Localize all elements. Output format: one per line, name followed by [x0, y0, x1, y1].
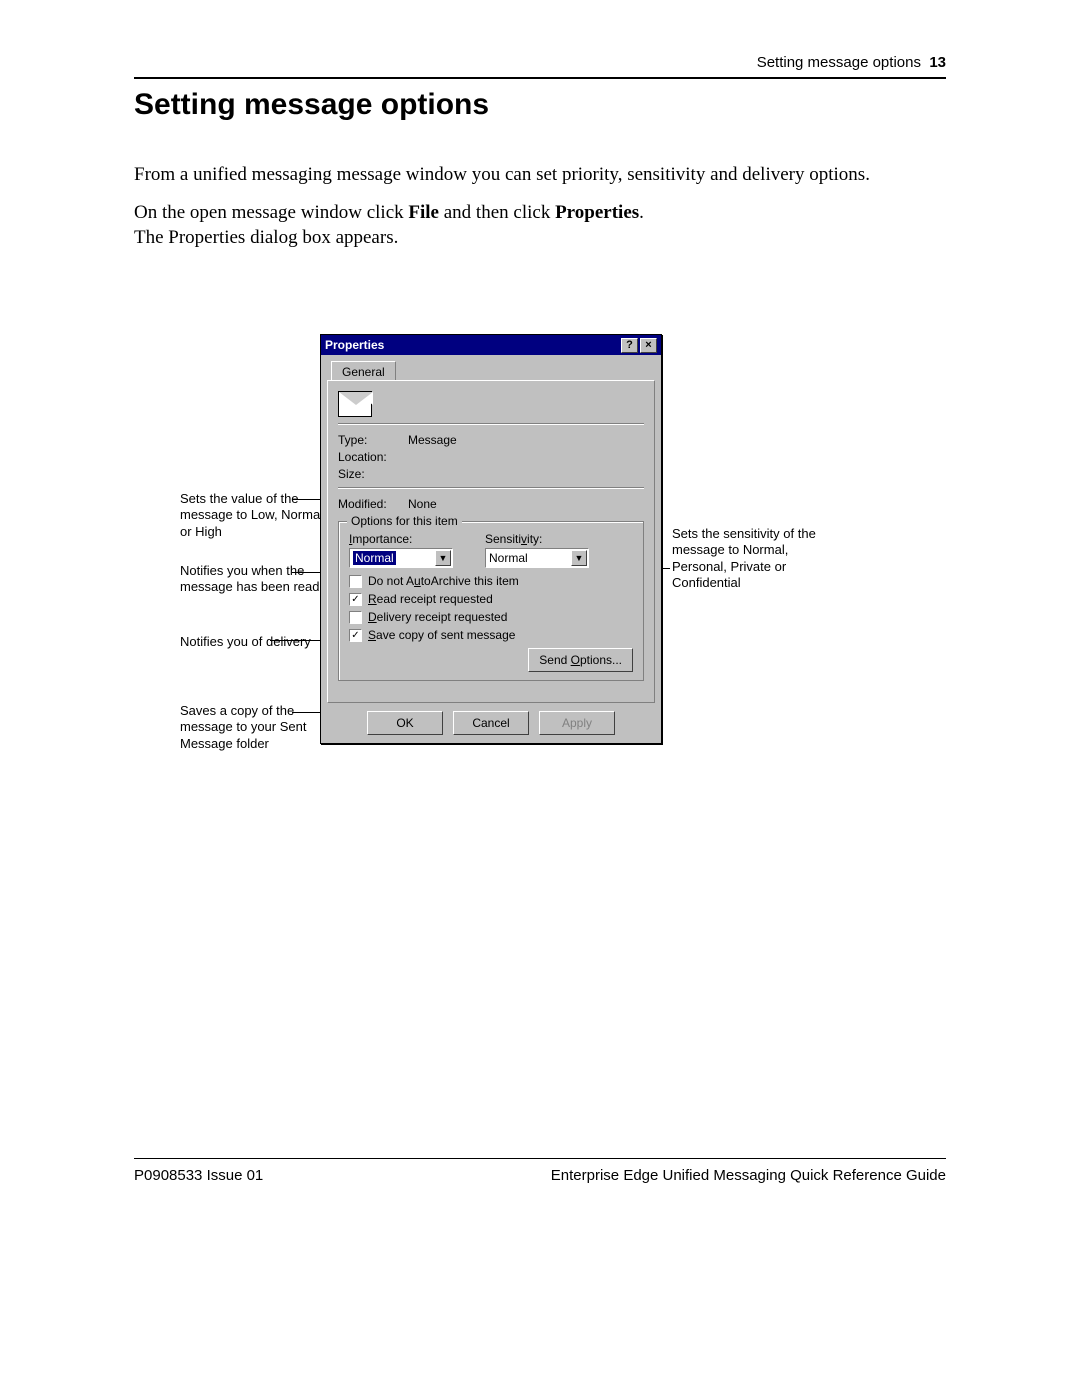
options-groupbox: Options for this item IImportance:mporta…: [338, 521, 644, 681]
callout-save-copy: Saves a copy of the message to your Sent…: [180, 703, 330, 752]
dropdown-arrow-icon: ▼: [435, 550, 451, 566]
properties-dialog: Properties ? × General Type:Message Loca…: [320, 334, 662, 744]
tab-general[interactable]: General: [331, 361, 396, 382]
label-modified: Modified:: [338, 497, 408, 511]
value-modified: None: [408, 497, 437, 511]
divider: [338, 423, 644, 425]
titlebar-close-button[interactable]: ×: [640, 338, 657, 353]
checkbox-read-receipt[interactable]: Read receipt requested: [349, 592, 633, 606]
tab-body: Type:Message Location: Size: Modified:No…: [327, 380, 655, 703]
send-options-button[interactable]: Send Options...: [528, 648, 633, 672]
dialog-title: Properties: [325, 335, 384, 355]
page-footer: P0908533 Issue 01 Enterprise Edge Unifie…: [134, 1158, 946, 1184]
divider-2: [338, 487, 644, 489]
callout-read-receipt: Notifies you when the message has been r…: [180, 563, 330, 596]
ok-button[interactable]: OK: [367, 711, 443, 735]
value-type: Message: [408, 433, 457, 447]
groupbox-legend: Options for this item: [347, 514, 462, 528]
checkbox-delivery-receipt[interactable]: Delivery receipt requested: [349, 610, 633, 624]
body-text: From a unified messaging message window …: [134, 162, 940, 263]
dialog-titlebar[interactable]: Properties ? ×: [321, 335, 661, 355]
footer-right: Enterprise Edge Unified Messaging Quick …: [551, 1167, 946, 1184]
titlebar-help-button[interactable]: ?: [621, 338, 638, 353]
header-pagenum: 13: [925, 54, 946, 71]
para-intro: From a unified messaging message window …: [134, 162, 940, 188]
page-title: Setting message options: [134, 88, 489, 122]
cancel-button[interactable]: Cancel: [453, 711, 529, 735]
label-size: Size:: [338, 467, 408, 481]
checkbox-save-copy[interactable]: Save copy of sent message: [349, 628, 633, 642]
callout-sensitivity: Sets the sensitivity of the message to N…: [672, 526, 827, 591]
para-instruction: On the open message window click File an…: [134, 200, 940, 251]
header-section: Setting message options: [757, 54, 921, 71]
page-header: Setting message options 13: [134, 54, 946, 79]
apply-button[interactable]: Apply: [539, 711, 615, 735]
checkbox-autoarchive[interactable]: Do not AutoArchive this item: [349, 574, 633, 588]
sensitivity-select[interactable]: Normal ▼: [485, 548, 589, 568]
sensitivity-value: Normal: [489, 551, 528, 565]
importance-select[interactable]: Normal ▼: [349, 548, 453, 568]
envelope-icon: [338, 391, 372, 417]
dropdown-arrow-icon: ▼: [571, 550, 587, 566]
label-location: Location:: [338, 450, 408, 464]
label-importance: IImportance:mportance:: [349, 532, 453, 546]
callout-delivery-receipt: Notifies you of delivery: [180, 634, 330, 650]
footer-left: P0908533 Issue 01: [134, 1167, 263, 1184]
figure-properties-dialog: Sets the value of the message to Low, No…: [180, 334, 900, 774]
label-type: Type:: [338, 433, 408, 447]
label-sensitivity: Sensitivity:: [485, 532, 589, 546]
importance-value: Normal: [353, 551, 396, 565]
